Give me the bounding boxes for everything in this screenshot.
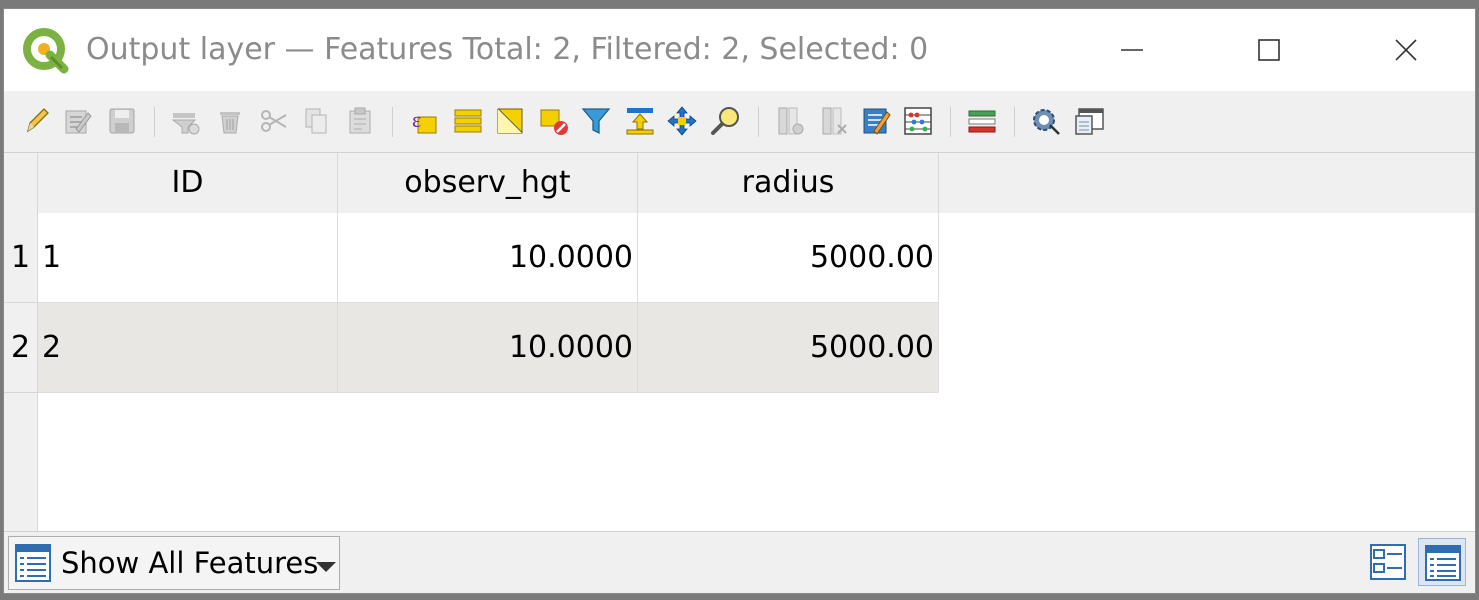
invert-selection-icon [497,108,523,134]
table-list-icon [15,544,51,582]
table-corner[interactable] [4,153,38,213]
maximize-icon [1258,39,1280,61]
dropdown-arrow-icon [316,562,336,572]
svg-text:ε: ε [412,107,421,132]
trash-icon [220,112,240,134]
dock-window-icon [1075,108,1104,135]
filter-select-button[interactable] [580,105,612,137]
funnel-icon [581,108,611,135]
copy-button[interactable] [300,105,332,137]
show-features-filter-button[interactable]: Show All Features [8,536,340,590]
column-header-radius[interactable]: radius [638,153,939,213]
close-button[interactable] [1376,27,1436,73]
table-cell[interactable]: 10.0000 [338,213,638,303]
column-header-observ-hgt[interactable]: observ_hgt [338,153,638,213]
pencil-icon [26,108,49,133]
conditional-formatting-icon [968,110,996,133]
edit-columns-icon [863,108,891,135]
minimize-button[interactable] [1102,27,1162,73]
attribute-table: ID observ_hgt radius 1 1 10.0000 5000.00… [4,153,1475,531]
filter-label: Show All Features [61,546,319,580]
switch-to-table-view-button[interactable] [1418,538,1466,586]
multi-edit-button[interactable] [62,105,94,137]
delete-field-icon [822,107,847,135]
table-cell[interactable]: 5000.00 [638,213,939,303]
save-edits-button[interactable] [106,105,138,137]
column-header-id[interactable]: ID [38,153,338,213]
toggle-editing-button[interactable] [20,105,52,137]
delete-field-button[interactable] [818,105,850,137]
row-header[interactable]: 2 [4,303,38,393]
row-header-filler [4,393,38,531]
field-calculator-button[interactable] [902,105,934,137]
window-title: Output layer — Features Total: 2, Filter… [86,32,929,67]
cut-button[interactable] [258,105,290,137]
select-all-button[interactable] [452,105,484,137]
close-icon [1395,39,1417,61]
select-all-icon [454,109,482,133]
table-cell[interactable]: 5000.00 [638,303,939,393]
save-icon [109,108,135,134]
gear-icon [1033,109,1060,135]
abacus-icon [904,107,932,135]
dock-undock-button[interactable] [1074,105,1106,137]
minimize-icon [1121,49,1143,51]
table-cell[interactable]: 10.0000 [338,303,638,393]
deselect-icon [540,109,568,135]
copy-icon [305,108,327,134]
qgis-logo-icon [23,28,69,74]
title-bar[interactable]: Output layer — Features Total: 2, Filter… [4,9,1475,91]
pan-to-selection-button[interactable] [666,105,698,137]
table-cell[interactable]: 1 [38,213,338,303]
multi-edit-icon [65,110,92,134]
attribute-table-window: Output layer — Features Total: 2, Filter… [3,8,1476,594]
zoom-magnifier-icon [711,107,739,135]
reload-icon [171,113,200,135]
organize-columns-button[interactable] [860,105,892,137]
header-filler [939,153,1475,213]
delete-selected-button[interactable] [214,105,246,137]
scissors-icon [261,110,287,132]
table-view-icon [1425,545,1461,581]
status-bar: Show All Features [4,531,1475,593]
paste-button[interactable] [344,105,376,137]
move-to-top-icon [626,108,654,135]
form-view-icon [1370,544,1406,580]
table-cell[interactable]: 2 [38,303,338,393]
new-field-icon [778,107,804,135]
pan-arrows-icon [667,106,697,136]
actions-button[interactable] [1030,105,1062,137]
move-selection-to-top-button[interactable] [624,105,656,137]
expression-icon: ε [412,107,437,134]
invert-selection-button[interactable] [494,105,526,137]
conditional-formatting-button[interactable] [966,105,998,137]
new-field-button[interactable] [774,105,806,137]
switch-to-form-view-button[interactable] [1364,538,1412,586]
row-header[interactable]: 1 [4,213,38,303]
maximize-button[interactable] [1239,27,1299,73]
reload-table-button[interactable] [170,105,202,137]
zoom-to-selection-button[interactable] [710,105,742,137]
paste-icon [349,107,371,134]
deselect-all-button[interactable] [538,105,570,137]
select-by-expression-button[interactable]: ε [408,105,440,137]
attribute-toolbar: ε [4,91,1475,153]
